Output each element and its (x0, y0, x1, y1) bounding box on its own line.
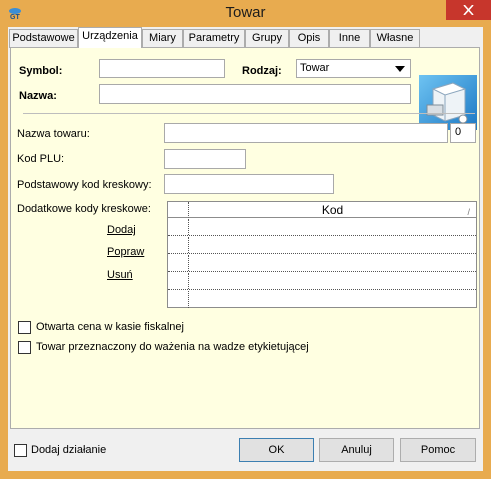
wazenie-checkbox[interactable] (18, 341, 31, 354)
sort-icon: / (467, 207, 470, 217)
window-title: Towar (225, 4, 266, 21)
grid-column-kod[interactable]: Kod / (189, 202, 476, 218)
tab-urzadzenia[interactable]: Urządzenia (78, 27, 142, 48)
tab-parametry[interactable]: Parametry (183, 29, 245, 48)
table-row[interactable] (168, 291, 476, 308)
dodaj-dzialanie-label: Dodaj działanie (31, 444, 107, 456)
barcodes-grid[interactable]: Kod / (167, 201, 477, 308)
tab-grupy[interactable]: Grupy (245, 29, 289, 48)
tab-page-urzadzenia: Symbol: Rodzaj: Towar Nazwa: Nazwa towar… (10, 47, 480, 429)
chevron-down-icon (395, 66, 405, 72)
tab-opis[interactable]: Opis (289, 29, 329, 48)
grid-row-header-corner (168, 202, 189, 218)
tab-miary[interactable]: Miary (142, 29, 183, 48)
table-row[interactable] (168, 219, 476, 236)
char-counter: 0 (450, 123, 476, 143)
tab-wlasne[interactable]: Własne (370, 29, 420, 48)
pomoc-button[interactable]: Pomoc (400, 438, 476, 462)
otwarta-cena-label: Otwarta cena w kasie fiskalnej (36, 321, 184, 333)
dialog-client: Podstawowe Urządzenia Miary Parametry Gr… (8, 27, 483, 471)
usun-link[interactable]: Usuń (107, 269, 133, 281)
close-icon (463, 5, 474, 15)
anuluj-button[interactable]: Anuluj (319, 438, 394, 462)
tab-podstawowe[interactable]: Podstawowe (9, 29, 78, 48)
nazwa-label: Nazwa: (19, 90, 57, 102)
popraw-link[interactable]: Popraw (107, 246, 144, 258)
dodaj-link[interactable]: Dodaj (107, 224, 136, 236)
row-header (168, 291, 189, 308)
rodzaj-label: Rodzaj: (242, 65, 282, 77)
ok-button[interactable]: OK (239, 438, 314, 462)
kod-plu-label: Kod PLU: (17, 153, 65, 165)
row-header (168, 255, 189, 271)
symbol-input[interactable] (99, 59, 225, 78)
row-header (168, 219, 189, 235)
close-button[interactable] (446, 0, 491, 20)
rodzaj-value: Towar (300, 62, 330, 74)
title-bar[interactable]: GT Towar (0, 0, 491, 26)
nazwa-towaru-label: Nazwa towaru: (17, 128, 90, 140)
table-row[interactable] (168, 273, 476, 290)
dodaj-dzialanie-checkbox[interactable] (14, 444, 27, 457)
kod-plu-input[interactable] (164, 149, 246, 169)
otwarta-cena-checkbox[interactable] (18, 321, 31, 334)
nazwa-input[interactable] (99, 84, 411, 104)
grid-column-kod-label: Kod (321, 203, 344, 217)
tab-inne[interactable]: Inne (329, 29, 370, 48)
row-header (168, 237, 189, 253)
dodatkowe-kody-label: Dodatkowe kody kreskowe: (17, 203, 151, 215)
wazenie-label: Towar przeznaczony do ważenia na wadze e… (36, 341, 309, 353)
separator (23, 113, 475, 114)
rodzaj-select[interactable]: Towar (296, 59, 411, 78)
row-header (168, 273, 189, 289)
table-row[interactable] (168, 255, 476, 272)
kod-kreskowy-label: Podstawowy kod kreskowy: (17, 179, 152, 191)
window: GT Towar Podstawowe Urządzenia Miary Par… (0, 0, 491, 479)
table-row[interactable] (168, 237, 476, 254)
kod-kreskowy-input[interactable] (164, 174, 334, 194)
nazwa-towaru-input[interactable] (164, 123, 448, 143)
product-box-icon (419, 75, 477, 130)
symbol-label: Symbol: (19, 65, 63, 77)
